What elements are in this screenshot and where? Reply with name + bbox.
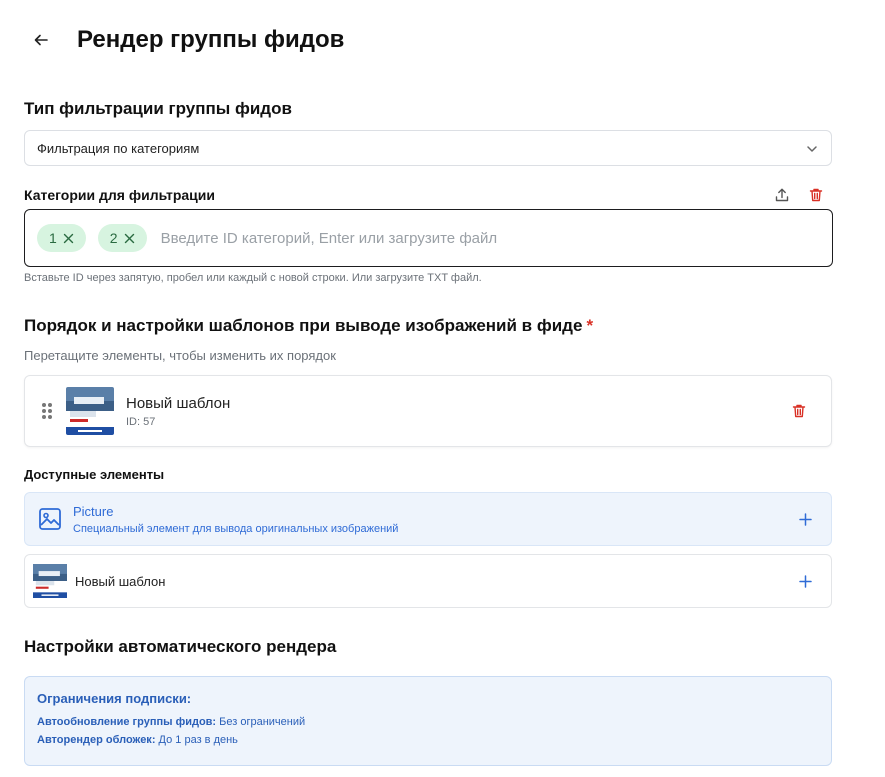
trash-icon [809, 188, 823, 202]
limit-key: Автообновление группы фидов: [37, 716, 217, 728]
template-card[interactable]: Новый шаблон ID: 57 [24, 375, 832, 447]
page-title: Рендер группы фидов [77, 26, 345, 53]
available-template-name: Новый шаблон [75, 573, 166, 589]
add-picture-button[interactable] [797, 511, 813, 527]
image-icon [39, 508, 61, 530]
categories-label: Категории для фильтрации [24, 187, 215, 203]
upload-file-button[interactable] [772, 185, 792, 205]
limit-row: Автообновление группы фидов: Без огранич… [37, 716, 819, 728]
chevron-down-icon [807, 146, 817, 152]
templates-heading-text: Порядок и настройки шаблонов при выводе … [24, 316, 583, 335]
category-tag-label: 1 [49, 230, 57, 246]
limit-value: Без ограничений [216, 716, 306, 728]
remove-tag-button[interactable] [124, 233, 135, 244]
plus-icon [798, 512, 812, 526]
category-id-input[interactable] [160, 229, 820, 247]
delete-template-button[interactable] [789, 401, 809, 421]
categories-header: Категории для фильтрации [24, 185, 832, 205]
required-mark: * [586, 316, 594, 335]
picture-element-name: Picture [73, 503, 114, 519]
filter-type-value: Фильтрация по категориям [37, 140, 200, 156]
category-tag: 1 [37, 224, 86, 252]
back-button[interactable] [24, 23, 58, 57]
limit-value: До 1 раз в день [155, 734, 238, 746]
auto-render-heading: Настройки автоматического рендера [24, 637, 337, 656]
close-icon [124, 233, 134, 243]
upload-icon [775, 188, 789, 202]
trash-icon [792, 404, 806, 418]
categories-hint: Вставьте ID через запятую, пробел или ка… [24, 272, 482, 284]
plus-icon [798, 574, 812, 588]
limit-row: Авторендер обложек: До 1 раз в день [37, 734, 819, 746]
picture-element-description: Специальный элемент для вывода оригиналь… [73, 522, 399, 535]
categories-tag-input[interactable]: 1 2 [24, 209, 833, 267]
available-template-element[interactable]: Новый шаблон [24, 554, 832, 608]
template-id: ID: 57 [126, 415, 156, 428]
limits-title: Ограничения подписки: [37, 691, 192, 706]
available-elements-heading: Доступные элементы [24, 467, 165, 482]
filter-type-select[interactable]: Фильтрация по категориям [24, 130, 832, 166]
template-thumbnail [33, 564, 67, 598]
remove-tag-button[interactable] [63, 233, 74, 244]
clear-categories-button[interactable] [806, 185, 826, 205]
template-thumbnail [66, 387, 114, 435]
drag-handle-icon[interactable] [42, 403, 52, 419]
available-picture-element[interactable]: Picture Специальный элемент для вывода о… [24, 492, 832, 546]
category-tag: 2 [97, 224, 147, 252]
limit-key: Авторендер обложек: [37, 734, 156, 746]
template-name: Новый шаблон [126, 394, 231, 412]
page-header: Рендер группы фидов [24, 22, 344, 58]
add-template-button[interactable] [797, 573, 813, 589]
category-tag-label: 2 [109, 230, 118, 246]
filter-type-heading: Тип фильтрации группы фидов [24, 99, 292, 118]
subscription-limits-panel: Ограничения подписки: Автообновление гру… [24, 676, 832, 766]
close-icon [63, 233, 73, 243]
arrow-left-icon [34, 34, 48, 46]
drag-hint: Перетащите элементы, чтобы изменить их п… [24, 348, 336, 363]
templates-heading: Порядок и настройки шаблонов при выводе … [24, 316, 593, 336]
